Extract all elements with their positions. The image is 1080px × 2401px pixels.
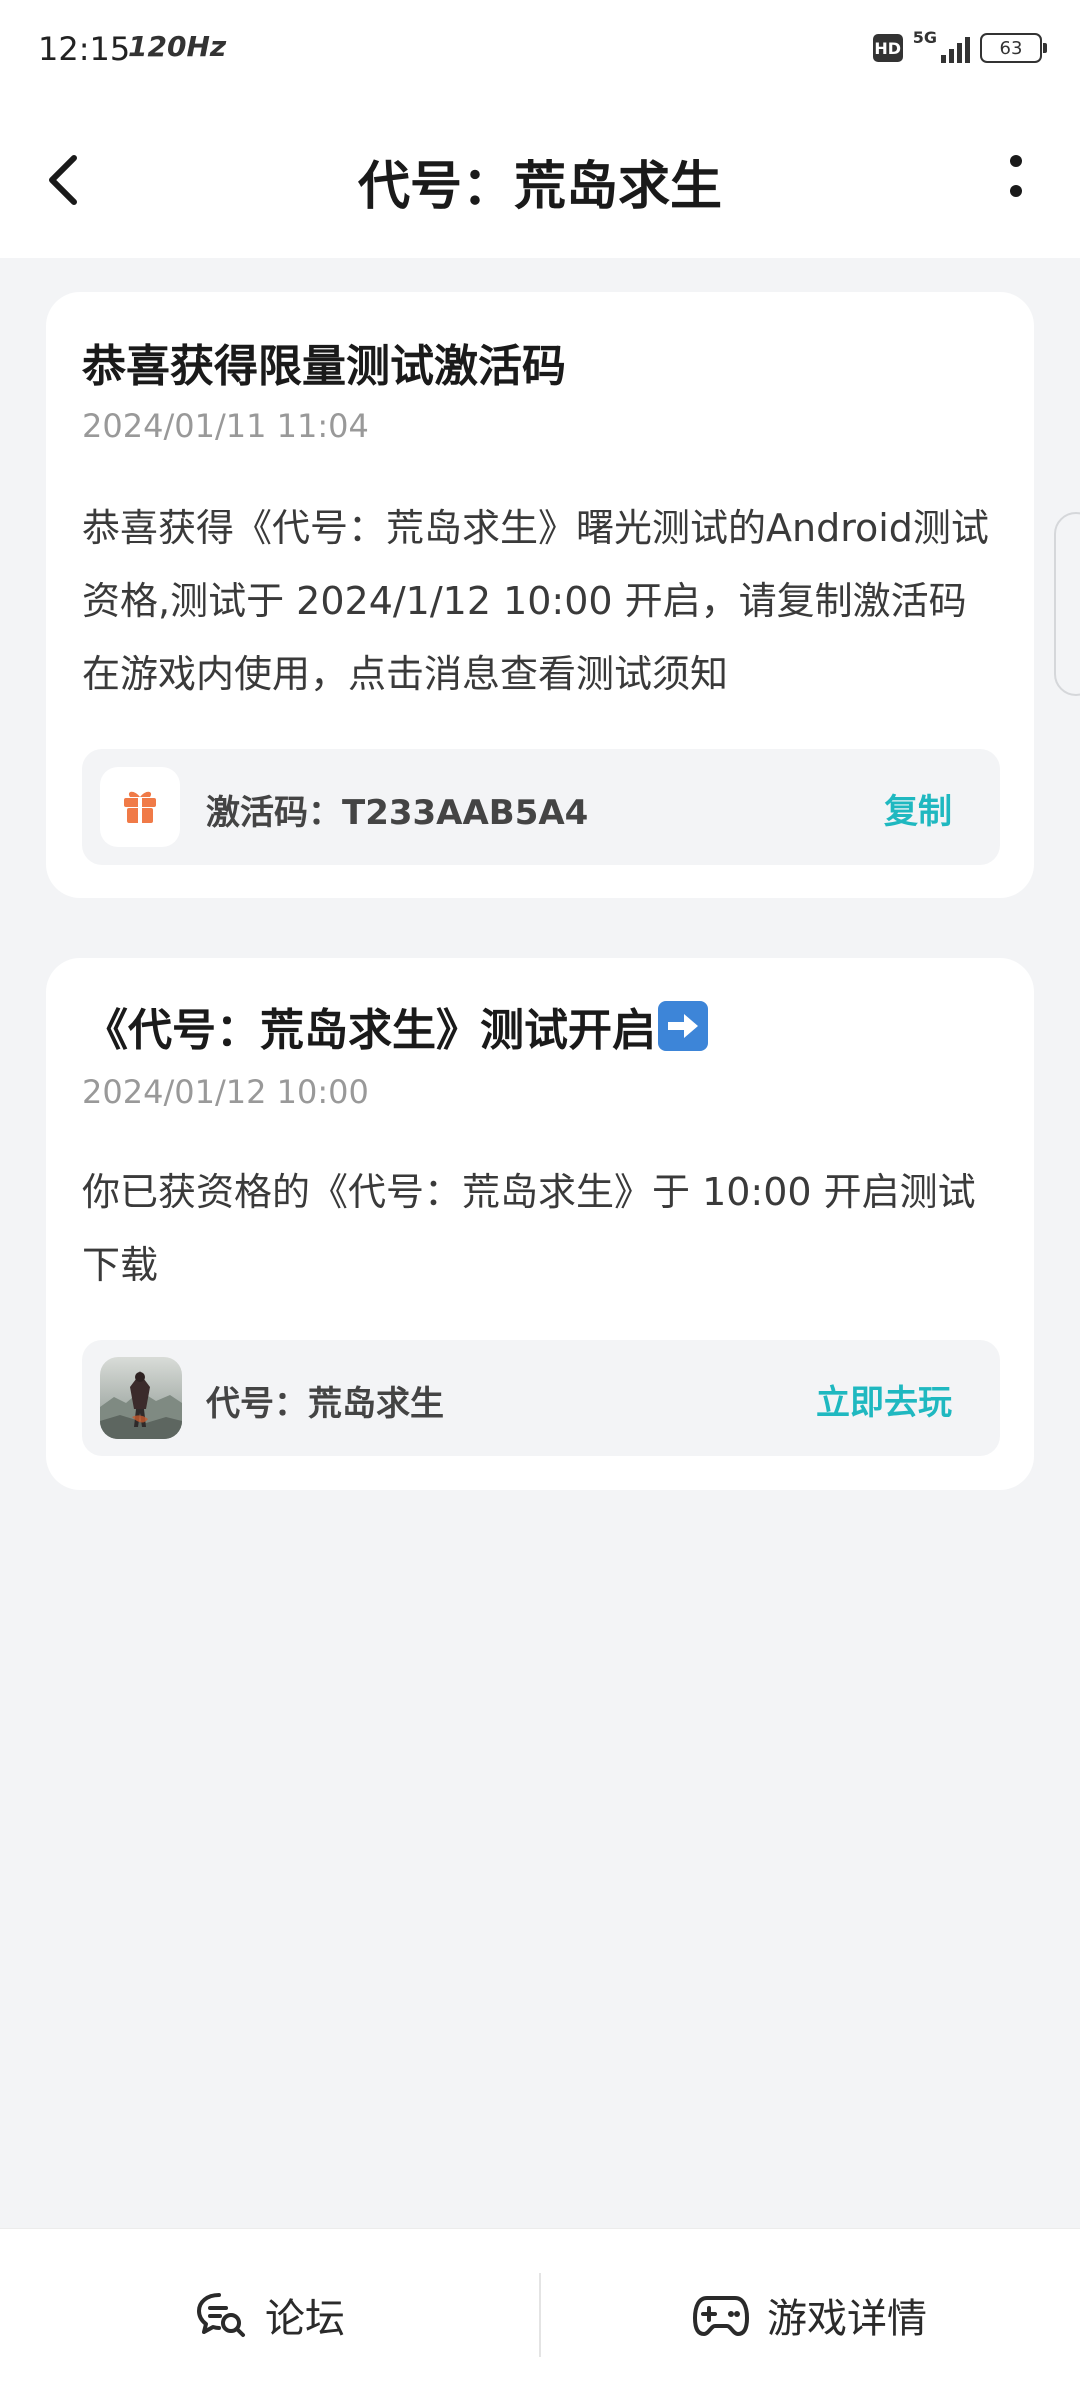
game-details-button[interactable]: 游戏详情	[540, 2229, 1080, 2401]
copy-button[interactable]: 复制	[884, 784, 952, 833]
status-icons: HD 5G 63	[872, 28, 1047, 68]
more-options-button[interactable]	[996, 148, 1036, 208]
forum-icon	[197, 2293, 245, 2337]
message-body: 你已获资格的《代号：荒岛求生》于 10:00 开启测试下载	[82, 1170, 976, 1287]
gamepad-icon	[693, 2296, 749, 2336]
bottom-action-bar: 论坛 游戏详情	[0, 2228, 1080, 2401]
game-thumbnail	[100, 1357, 182, 1439]
forum-button[interactable]: 论坛	[0, 2229, 540, 2401]
message-body: 恭喜获得《代号：荒岛求生》曙光测试的Android测试资格,测试于 2024/1…	[82, 506, 989, 696]
battery-level: 63	[999, 37, 1023, 59]
play-now-button[interactable]: 立即去玩	[816, 1375, 952, 1424]
right-arrow-icon	[658, 1001, 708, 1051]
battery-icon: 63	[980, 33, 1047, 63]
forum-label: 论坛	[265, 2296, 345, 2342]
more-vertical-icon	[1010, 155, 1022, 197]
gift-icon	[100, 767, 180, 847]
message-title: 恭喜获得限量测试激活码	[82, 341, 566, 392]
game-row: 代号：荒岛求生 立即去玩	[82, 1340, 1000, 1456]
game-details-label: 游戏详情	[767, 2296, 927, 2342]
floating-side-handle[interactable]	[1054, 512, 1080, 696]
message-title: 《代号：荒岛求生》测试开启	[84, 994, 708, 1058]
activation-code-label: 激活码：T233AAB5A4	[206, 793, 589, 833]
activation-code-row: 激活码：T233AAB5A4 复制	[82, 749, 1000, 865]
app-header: 代号：荒岛求生	[0, 100, 1080, 258]
status-time: 12:15	[38, 30, 131, 68]
refresh-rate-indicator: 120Hz	[128, 30, 227, 63]
message-card-activation-code[interactable]: 恭喜获得限量测试激活码 2024/01/11 11:04 恭喜获得《代号：荒岛求…	[46, 292, 1034, 898]
network-type: 5G	[912, 28, 937, 47]
message-title-text: 《代号：荒岛求生》测试开启	[84, 1005, 656, 1056]
hd-icon: HD	[872, 34, 903, 62]
message-time: 2024/01/11 11:04	[82, 407, 369, 445]
page-title: 代号：荒岛求生	[357, 157, 722, 217]
message-card-test-open[interactable]: 《代号：荒岛求生》测试开启 2024/01/12 10:00 你已获资格的《代号…	[46, 958, 1034, 1490]
status-bar: 12:15 120Hz HD 5G 63	[0, 0, 1080, 100]
game-name-label: 代号：荒岛求生	[206, 1384, 444, 1424]
signal-icon	[941, 33, 970, 63]
message-time: 2024/01/12 10:00	[82, 1073, 369, 1111]
